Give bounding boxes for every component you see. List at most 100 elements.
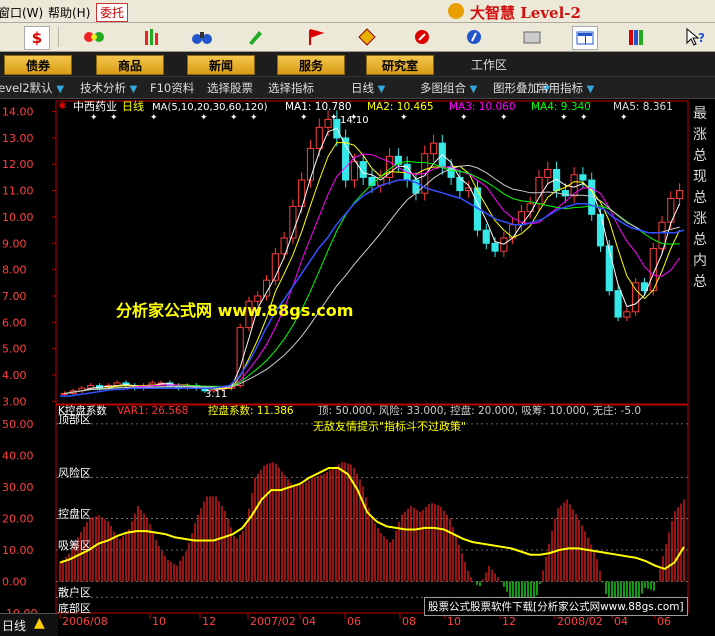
subbar-f10[interactable]: F10资料 xyxy=(150,80,194,96)
subbar-level2-default[interactable]: Level2默认 ▼ xyxy=(0,80,64,96)
price-tick-label: 5.00 xyxy=(2,343,27,356)
eye-icon[interactable] xyxy=(82,26,106,48)
nav-commodities-button[interactable]: 商品 xyxy=(96,55,164,75)
zone-label: 吸筹区 xyxy=(58,538,91,552)
candle-body xyxy=(623,311,631,318)
zone-label: 控盘区 xyxy=(58,506,91,520)
right-label: 现 xyxy=(693,169,707,185)
price-tick-label: 10.00 xyxy=(2,211,34,224)
ma-legend-item: MA2: 10.465 xyxy=(367,101,434,113)
indicator-tick-label: 20.00 xyxy=(2,512,34,525)
event-marker-icon: ✦ xyxy=(460,113,468,123)
svg-text:?: ? xyxy=(698,31,705,45)
ball-icon[interactable] xyxy=(462,26,486,48)
event-marker-icon: ✦ xyxy=(580,113,588,123)
bars-icon[interactable] xyxy=(140,26,164,48)
price-tick-label: 14.00 xyxy=(2,106,34,119)
candle-body xyxy=(579,174,587,181)
x-tick-label: 2008/02 xyxy=(557,615,603,628)
nav-research-button[interactable]: 研究室 xyxy=(366,55,434,75)
ma-legend-item: MA1: 10.780 xyxy=(285,101,352,113)
indicator-var1: VAR1: 26.568 xyxy=(117,405,188,417)
subbar-technical-analysis[interactable]: 技术分析 ▼ xyxy=(80,80,137,96)
event-marker-icon: ✦ xyxy=(150,113,158,123)
candle-body xyxy=(342,137,350,181)
subbar-multi-chart[interactable]: 多图组合 ▼ xyxy=(420,80,477,96)
x-tick-label: 04 xyxy=(614,615,628,628)
subbar-select-indicator[interactable]: 选择指标 xyxy=(268,80,314,96)
subbar-common-indicators[interactable]: 常用指标 ▼ xyxy=(537,80,594,96)
candle-body xyxy=(605,245,613,292)
x-tick-label: 04 xyxy=(302,615,316,628)
flag-icon[interactable] xyxy=(303,26,327,48)
doc-icon[interactable] xyxy=(520,26,544,48)
ma-params: MA(5,10,20,30,60,120) xyxy=(152,102,268,113)
subbar-select-stock[interactable]: 选择股票 xyxy=(207,80,253,96)
grid-icon[interactable] xyxy=(572,26,598,50)
nav-service-button[interactable]: 服务 xyxy=(277,55,345,75)
menu-bar: 窗口(W) 帮助(H) 委托 大智慧 Level-2 xyxy=(0,0,715,23)
right-label: 总 xyxy=(693,274,707,290)
indicator-tick-label: 40.00 xyxy=(2,449,34,462)
download-banner[interactable]: 股票公式股票软件下载[分析家公式网www.88gs.com] xyxy=(424,597,688,616)
price-tick-label: 11.00 xyxy=(2,185,34,198)
candle-body xyxy=(614,290,622,318)
books-icon[interactable] xyxy=(625,26,649,48)
dropdown-arrow-icon: ▼ xyxy=(129,84,138,95)
dropdown-arrow-icon: ▼ xyxy=(469,84,478,95)
event-marker-icon: ✦ xyxy=(250,113,258,123)
right-label: 总 xyxy=(693,232,707,248)
help-cursor-icon[interactable]: ? xyxy=(684,26,708,48)
event-marker-icon: ✦ xyxy=(90,113,98,123)
x-tick-label: 2007/02 xyxy=(250,615,296,628)
menu-window[interactable]: 窗口(W) xyxy=(0,4,43,21)
settings-icon[interactable]: ✱ xyxy=(58,101,66,112)
watermark: 分析家公式网 www.88gs.com xyxy=(116,301,354,320)
right-info-column: 最 涨 总 现 总 涨 总 内 总 xyxy=(690,104,710,293)
crystal-icon[interactable] xyxy=(410,26,434,48)
function-bar: Level2默认 ▼ 技术分析 ▼ F10资料 选择股票 选择指标 日线 ▼ 多… xyxy=(0,77,715,99)
candle-body xyxy=(676,190,684,199)
zone-label: 散户区 xyxy=(58,585,91,599)
period-status[interactable]: 日线 ▲ xyxy=(0,613,58,636)
price-tick-label: 6.00 xyxy=(2,316,27,329)
candle-body xyxy=(544,169,552,178)
x-tick-label: 12 xyxy=(202,615,216,628)
chart-area[interactable]: 14.00 13.00 12.00 11.00 10.00 9.00 8.00 7.00 6.0… xyxy=(0,99,715,636)
candle-body xyxy=(350,161,358,181)
order-button[interactable]: 委托 xyxy=(96,3,129,22)
price-tick-label: 9.00 xyxy=(2,237,27,250)
subbar-daily[interactable]: 日线 ▼ xyxy=(351,80,385,96)
event-marker-icon: ✦ xyxy=(400,113,408,123)
event-marker-icon: ✦ xyxy=(110,113,118,123)
dollar-icon[interactable]: $ xyxy=(24,26,50,50)
toolbar: $ ? xyxy=(0,23,715,52)
pencil-icon[interactable] xyxy=(243,26,267,48)
right-label: 内 xyxy=(693,253,707,269)
low-price-label: 3.11 xyxy=(205,389,227,400)
candle-body xyxy=(491,242,499,252)
brand-logo-icon xyxy=(448,3,464,19)
nav-news-button[interactable]: 新闻 xyxy=(187,55,255,75)
x-tick-label: 2006/08 xyxy=(62,615,108,628)
price-tick-label: 4.00 xyxy=(2,369,27,382)
diamond-icon[interactable] xyxy=(355,26,379,48)
menu-help[interactable]: 帮助(H) xyxy=(48,4,90,21)
nav-workspace-button[interactable]: 工作区 xyxy=(456,55,522,73)
binoculars-icon[interactable] xyxy=(190,26,214,48)
price-tick-label: 7.00 xyxy=(2,290,27,303)
price-tick-label: 8.00 xyxy=(2,264,27,277)
x-tick-label: 12 xyxy=(502,615,516,628)
candle-body xyxy=(429,142,438,155)
event-marker-icon: ✦ xyxy=(500,113,508,123)
nav-bonds-button[interactable]: 债券 xyxy=(4,55,72,75)
zone-label: 顶部区 xyxy=(58,412,91,426)
period-label: 日线 xyxy=(122,99,144,113)
brand-title: 大智慧 Level-2 xyxy=(470,4,581,22)
indicator-tick-label: 30.00 xyxy=(2,481,34,494)
indicator-tick-label: 0.00 xyxy=(2,575,27,588)
indicator-params: 顶: 50.000, 风险: 33.000, 控盘: 20.000, 吸筹: 1… xyxy=(318,404,641,417)
toolbar-divider xyxy=(58,27,59,47)
candle-body xyxy=(596,213,605,247)
indicator-tick-label: 10.00 xyxy=(2,544,34,557)
